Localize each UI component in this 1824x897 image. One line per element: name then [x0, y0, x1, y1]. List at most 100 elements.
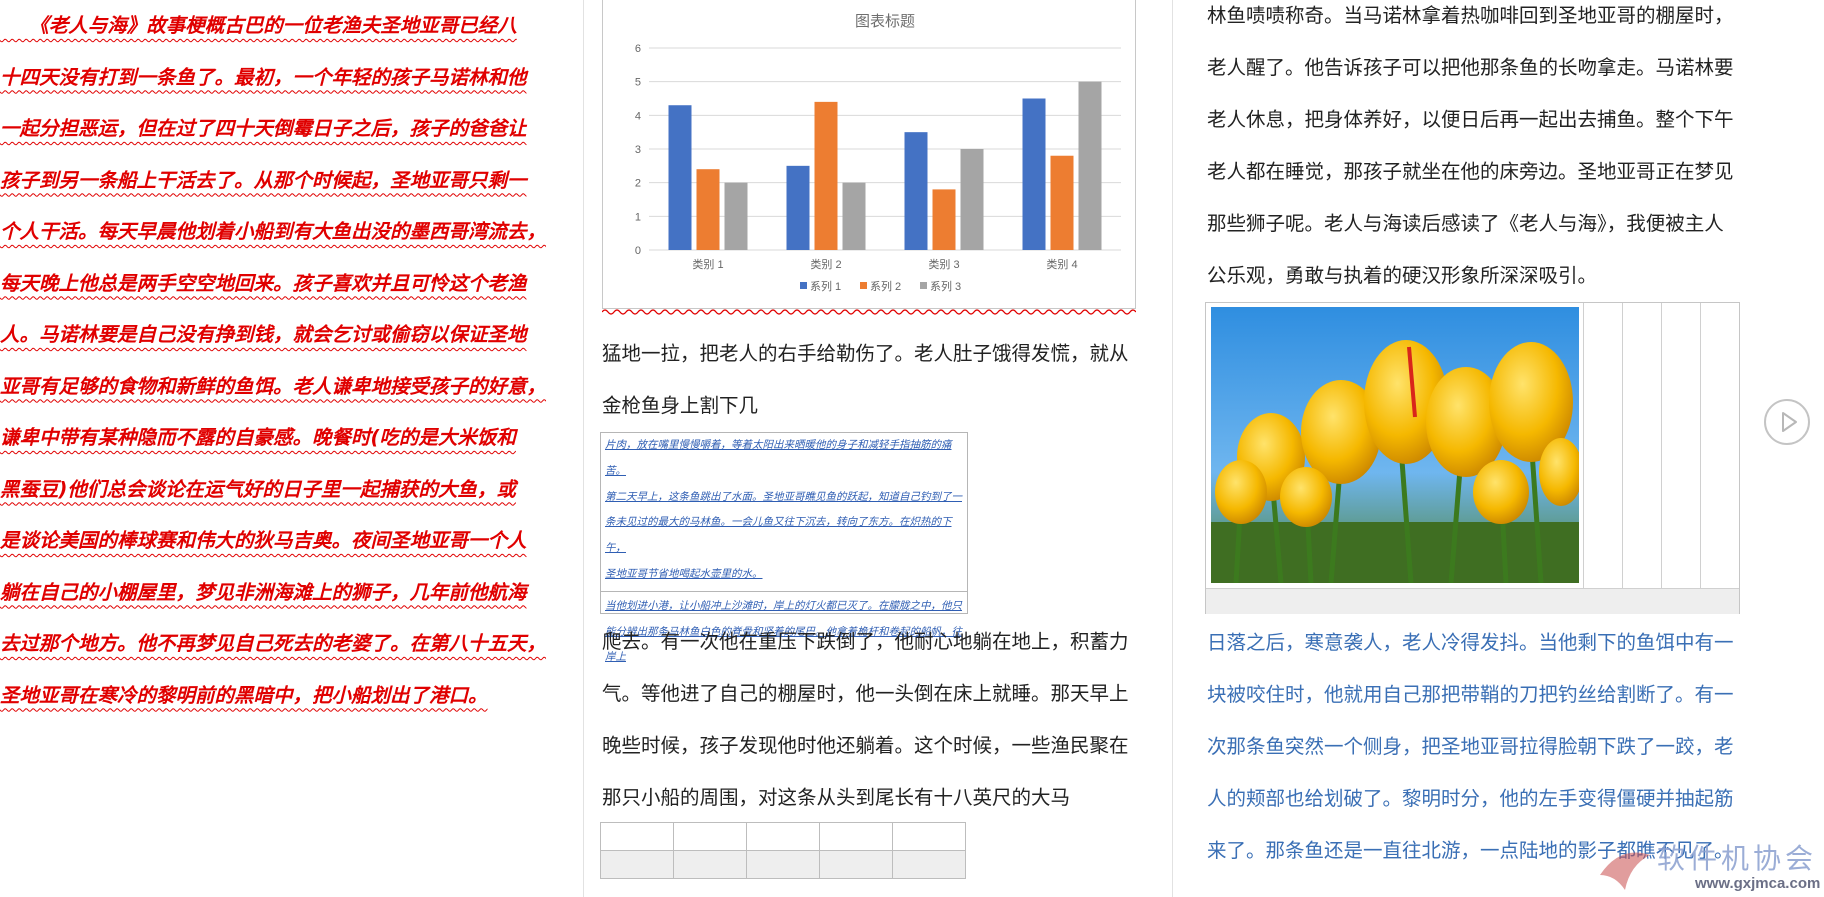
text-line: 林鱼啧啧称奇。当马诺林拿着热咖啡回到圣地亚哥的棚屋时， [1207, 4, 1734, 27]
legend-swatch [920, 282, 927, 289]
y-tick-label: 6 [635, 43, 641, 55]
column-divider [1172, 0, 1173, 897]
column-middle-para2: 爬去。有一次他在重压下跌倒了，他耐心地躺在地上，积蓄力 气。等他进了自己的棚屋时，… [602, 616, 1142, 824]
text-line: 次那条鱼突然一个侧身，把圣地亚哥拉得脸朝下跌了一跤，老 [1207, 735, 1734, 758]
note-section-1: 片肉，放在嘴里慢慢嚼着，等着太阳出来晒暖他的身子和减轻手指抽筋的痛苦。第二天早上… [601, 433, 967, 588]
text-line: 那只小船的周围，对这条从头到尾长有十八英尺的大马 [602, 786, 1071, 809]
x-category-label: 类别 1 [692, 257, 723, 271]
text-line: 爬去。有一次他在重压下跌倒了，他耐心地躺在地上，积蓄力 [602, 630, 1129, 653]
text-line: 十四天没有打到一条鱼了。最初，一个年轻的孩子马诺林和他 [0, 65, 527, 89]
bar-chart[interactable]: 图表标题 0 1 2 3 4 5 6 类别 1 类别 2 类别 3 类别 4 系列 1 系列 2 系列 3 [602, 0, 1136, 309]
y-tick-label: 0 [635, 245, 641, 257]
y-tick-label: 3 [635, 144, 641, 156]
bar [1078, 81, 1102, 251]
text-line: 个人干活。每天早晨他划着小船到有大鱼出没的墨西哥湾流去， [0, 220, 547, 243]
text-line: 孩子到另一条船上干活去了。从那个时候起，圣地亚哥只剩一 [0, 168, 527, 192]
text-line: 去过那个地方。他不再梦见自己死去的老婆了。在第八十五天， [0, 632, 547, 655]
text-line: 那些狮子呢。老人与海读后感读了《老人与海》，我便被主人 [1207, 212, 1724, 235]
frame-divider [1583, 303, 1584, 613]
text-line: 块被咬住时，他就用自己那把带鞘的刀把钓丝给割断了。有一 [1207, 683, 1734, 706]
y-tick-label: 1 [635, 211, 641, 223]
spellcheck-underline [602, 309, 1136, 315]
chart-canvas: 图表标题 0 1 2 3 4 5 6 类别 1 类别 2 类别 3 类别 4 系列 1 系列 2 系列 3 [635, 13, 1121, 293]
next-page-button[interactable] [1764, 399, 1810, 445]
text-line: 老人醒了。他告诉孩子可以把他那条鱼的长吻拿走。马诺林要 [1207, 56, 1734, 79]
text-line: 《老人与海》故事梗概古巴的一位老渔夫圣地亚哥已经八 [0, 14, 517, 37]
bar [1022, 98, 1046, 250]
empty-table[interactable] [600, 822, 966, 879]
text-line: 猛地一拉，把老人的右手给勒伤了。老人肚子饿得发慌，就从 [602, 342, 1129, 365]
frame-divider [1622, 303, 1623, 613]
table-cell[interactable] [746, 850, 820, 879]
y-tick-label: 2 [635, 178, 641, 190]
watermark-text: 软件机协会 [1657, 842, 1818, 875]
legend-label: 系列 1 [810, 279, 841, 293]
bar [696, 169, 720, 250]
column-middle-para1: 猛地一拉，把老人的右手给勒伤了。老人肚子饿得发慌，就从 金枪鱼身上割下几 [602, 328, 1142, 432]
bar [932, 189, 956, 250]
x-category-label: 类别 4 [1046, 257, 1077, 271]
column-right-para1: 林鱼啧啧称奇。当马诺林拿着热咖啡回到圣地亚哥的棚屋时， 老人醒了。他告诉孩子可以把… [1207, 0, 1747, 302]
table-cell[interactable] [892, 850, 966, 879]
image-frame[interactable] [1205, 302, 1740, 614]
text-line: 人的颊部也给划破了。黎明时分，他的左手变得僵硬并抽起筋 [1207, 787, 1734, 810]
table-cell[interactable] [600, 822, 674, 851]
frame-divider [1661, 303, 1662, 613]
bar [668, 105, 692, 250]
y-tick-label: 5 [635, 77, 641, 89]
text-line: 谦卑中带有某种隐而不露的自豪感。晚餐时(吃的是大米饭和 [0, 426, 516, 449]
watermark-logo-icon [1600, 852, 1650, 890]
table-cell[interactable] [746, 822, 820, 851]
text-line: 圣地亚哥节省地喝起水壶里的水。 [605, 567, 763, 580]
text-box-note[interactable]: 片肉，放在嘴里慢慢嚼着，等着太阳出来晒暖他的身子和减轻手指抽筋的痛苦。第二天早上… [600, 432, 968, 663]
text-line: 片肉，放在嘴里慢慢嚼着，等着太阳出来晒暖他的身子和减轻手指抽筋的痛苦。 [605, 439, 952, 477]
x-category-label: 类别 2 [810, 257, 841, 271]
table-cell[interactable] [819, 822, 893, 851]
column-divider [583, 0, 584, 897]
bar [814, 101, 838, 250]
column-left: 《老人与海》故事梗概古巴的一位老渔夫圣地亚哥已经八 十四天没有打到一条鱼了。最初，… [0, 0, 560, 721]
text-line: 躺在自己的小棚屋里，梦见非洲海滩上的狮子，几年前他航海 [0, 580, 527, 604]
text-line: 晚些时候，孩子发现他时他还躺着。这个时候，一些渔民聚在 [602, 734, 1129, 757]
text-line: 是谈论美国的棒球赛和伟大的狄马吉奥。夜间圣地亚哥一个人 [0, 529, 527, 552]
table-cell[interactable] [673, 850, 747, 879]
bar [786, 165, 810, 250]
frame-bottom-row [1206, 588, 1739, 614]
legend-label: 系列 2 [870, 279, 901, 293]
note-separator [601, 590, 967, 592]
text-line: 人。马诺林要是自己没有挣到钱，就会乞讨或偷窃以保证圣地 [0, 323, 527, 346]
text-line: 一起分担恶运，但在过了四十天倒霉日子之后，孩子的爸爸让 [0, 117, 527, 140]
text-line: 条未见过的最大的马林鱼。一会儿鱼又往下沉去，转向了东方。在炽热的下午， [605, 516, 952, 555]
text-line: 公乐观，勇敢与执着的硬汉形象所深深吸引。 [1207, 264, 1598, 287]
text-line: 每天晚上他总是两手空空地回来。孩子喜欢并且可怜这个老渔 [0, 271, 527, 295]
legend-swatch [860, 282, 867, 289]
text-line: 老人都在睡觉，那孩子就坐在他的床旁边。圣地亚哥正在梦见 [1207, 160, 1734, 183]
text-line: 气。等他进了自己的棚屋时，他一头倒在床上就睡。那天早上 [602, 682, 1129, 705]
text-line: 日落之后，寒意袭人，老人冷得发抖。当他剩下的鱼饵中有一 [1207, 631, 1734, 654]
text-line: 圣地亚哥在寒冷的黎明前的黑暗中，把小船划出了港口。 [0, 683, 488, 707]
table-cell[interactable] [892, 822, 966, 851]
text-line: 黑蚕豆)他们总会谈论在运气好的日子里一起捕获的大鱼，或 [0, 477, 516, 501]
chart-title: 图表标题 [855, 13, 915, 30]
bar [904, 132, 928, 250]
bar [842, 182, 866, 250]
play-circle-icon [1782, 412, 1797, 432]
watermark: 软件机协会 www.gxjmca.com [1595, 835, 1824, 897]
bar [960, 149, 984, 250]
y-tick-label: 4 [635, 110, 641, 122]
frame-divider [1700, 303, 1701, 613]
x-category-label: 类别 3 [928, 257, 959, 271]
table-cell[interactable] [600, 850, 674, 879]
legend-label: 系列 3 [930, 279, 961, 293]
bar [1050, 155, 1074, 250]
text-line: 第二天早上，这条鱼跳出了水面。圣地亚哥瞧见鱼的跃起，知道自己钓到了一 [605, 490, 962, 503]
text-line: 亚哥有足够的食物和新鲜的鱼饵。老人谦卑地接受孩子的好意， [0, 374, 547, 398]
tulips-photo [1211, 307, 1579, 583]
table-cell[interactable] [819, 850, 893, 879]
watermark-url: www.gxjmca.com [1695, 875, 1821, 892]
table-cell[interactable] [673, 822, 747, 851]
bar [724, 182, 748, 250]
text-line: 老人休息，把身体养好，以便日后再一起出去捕鱼。整个下午 [1207, 108, 1734, 131]
legend-swatch [800, 282, 807, 289]
text-line: 金枪鱼身上割下几 [602, 394, 759, 417]
